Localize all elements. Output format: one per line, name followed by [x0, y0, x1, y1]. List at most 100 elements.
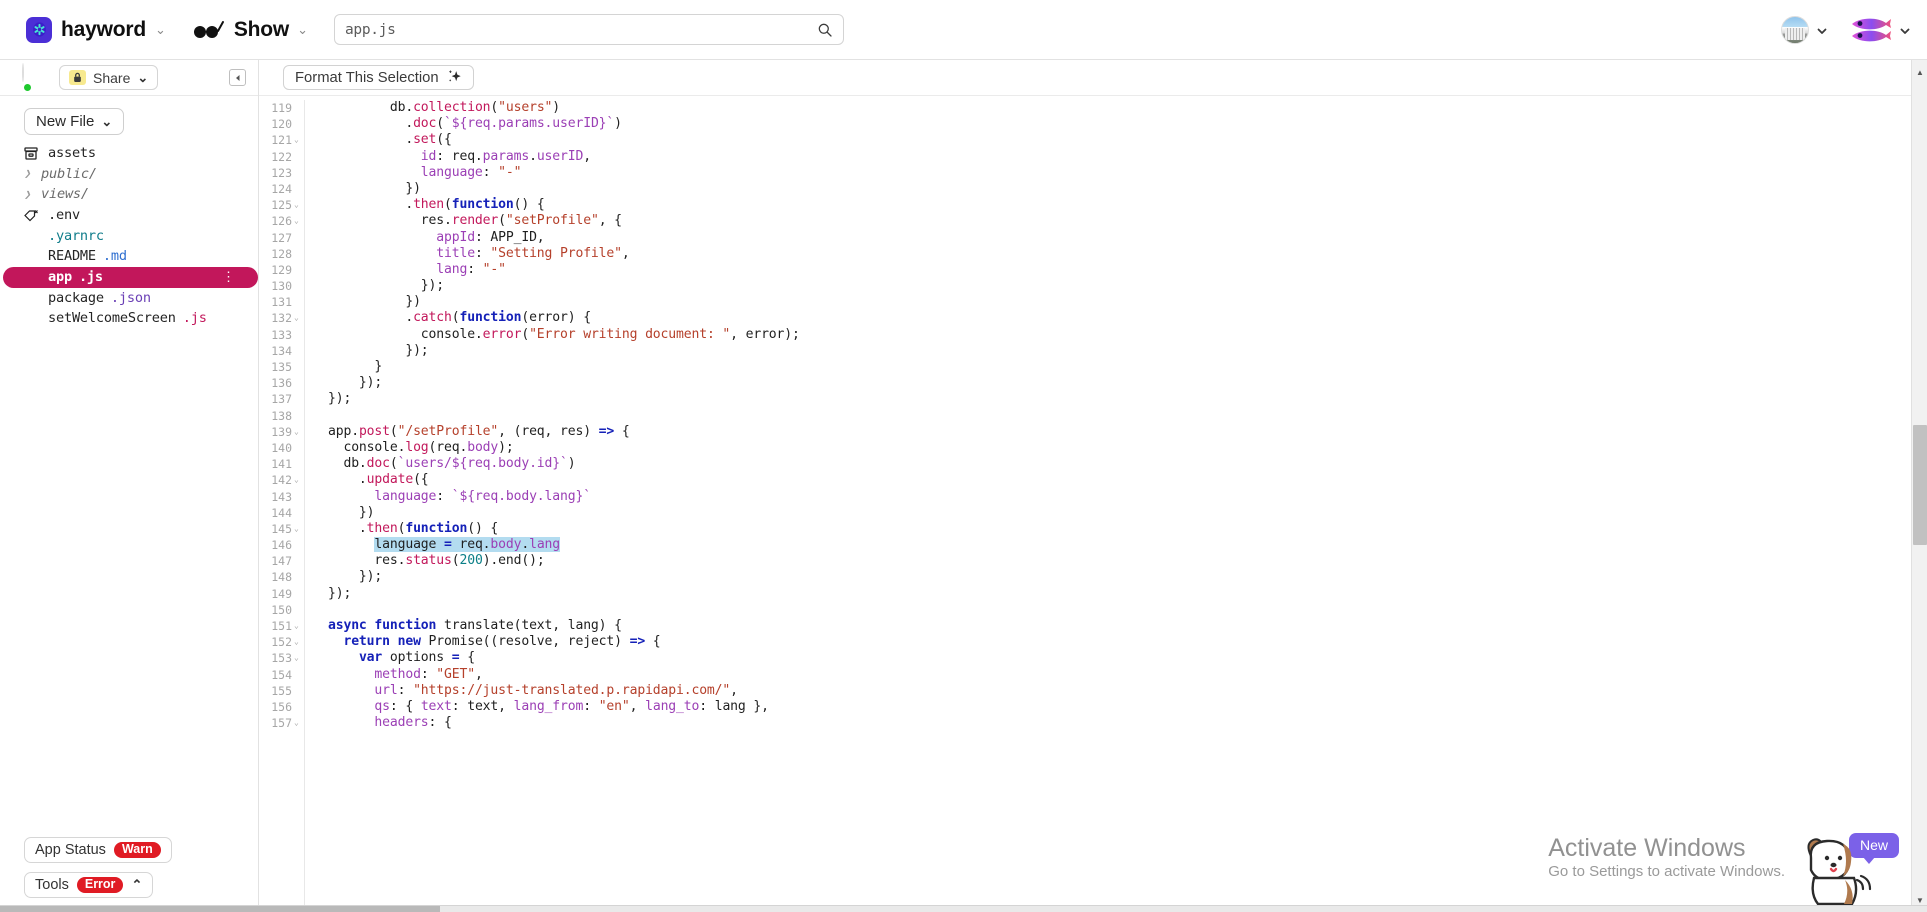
code-line[interactable]: var options = { — [328, 650, 1927, 666]
format-this-selection-button[interactable]: Format This Selection — [283, 65, 474, 90]
file-tree-item[interactable]: app.js⋮ — [3, 267, 258, 288]
code-line[interactable]: } — [328, 359, 1927, 375]
filename-search-bar[interactable]: app.js — [334, 14, 844, 45]
code-line[interactable]: .catch(function(error) { — [328, 310, 1927, 326]
chevron-right-icon[interactable]: ❯ — [24, 188, 34, 201]
show-menu[interactable]: Show ⌄ — [192, 18, 308, 42]
chevron-down-icon[interactable]: ⌄ — [155, 22, 166, 38]
search-icon[interactable] — [817, 22, 833, 38]
fold-chevron-icon[interactable]: ⌄ — [294, 650, 302, 666]
vertical-scrollbar[interactable]: ▲ ▼ — [1911, 60, 1927, 912]
code-line[interactable]: res.render("setProfile", { — [328, 213, 1927, 229]
code-line[interactable]: async function translate(text, lang) { — [328, 618, 1927, 634]
file-name: README — [48, 248, 96, 264]
fold-chevron-icon[interactable]: ⌄ — [294, 132, 302, 148]
code-line[interactable]: }); — [328, 375, 1927, 391]
fold-chevron-icon[interactable]: ⌄ — [294, 634, 302, 650]
code-line[interactable]: url: "https://just-translated.p.rapidapi… — [328, 683, 1927, 699]
code-line[interactable]: qs: { text: text, lang_from: "en", lang_… — [328, 699, 1927, 715]
code-token: : — [398, 683, 413, 698]
code-line[interactable] — [328, 408, 1927, 424]
fold-chevron-icon[interactable]: ⌄ — [294, 424, 302, 440]
file-extension: .yarnrc — [48, 228, 104, 244]
code-line[interactable]: }); — [328, 278, 1927, 294]
file-tree-item[interactable]: .yarnrc — [24, 225, 258, 246]
code-line[interactable]: id: req.params.userID, — [328, 149, 1927, 165]
file-tree-item[interactable]: assets — [24, 143, 258, 164]
code-line[interactable]: db.doc(`users/${req.body.id}`) — [328, 456, 1927, 472]
chevron-down-icon[interactable] — [1899, 24, 1911, 36]
file-tree-item[interactable]: setWelcomeScreen.js — [24, 308, 258, 329]
code-token: : lang }, — [699, 699, 769, 714]
code-line[interactable]: language = req.body.lang — [328, 537, 1927, 553]
code-line[interactable]: .then(function() { — [328, 197, 1927, 213]
fold-chevron-icon[interactable]: ⌄ — [294, 213, 302, 229]
code-line[interactable]: .set({ — [328, 132, 1927, 148]
fold-chevron-icon[interactable]: ⌄ — [294, 618, 302, 634]
app-status-button[interactable]: App Status Warn — [24, 837, 172, 863]
scroll-up-arrow[interactable]: ▲ — [1912, 64, 1927, 80]
collapse-panel-button[interactable] — [229, 69, 246, 86]
line-number: 125⌄ — [259, 197, 302, 213]
account-menu[interactable] — [1781, 16, 1828, 44]
kebab-menu-icon[interactable]: ⋮ — [222, 270, 236, 285]
share-button[interactable]: Share ⌄ — [59, 65, 158, 90]
code-token — [328, 650, 359, 665]
code-token: "users" — [498, 100, 552, 115]
team-menu[interactable] — [1850, 17, 1911, 43]
code-line[interactable]: }); — [328, 343, 1927, 359]
code-editor[interactable]: 119⌄120⌄121⌄122⌄123⌄124⌄125⌄126⌄127⌄128⌄… — [259, 96, 1927, 912]
code-line[interactable]: }) — [328, 181, 1927, 197]
code-token: : — [475, 246, 490, 261]
code-line[interactable]: title: "Setting Profile", — [328, 246, 1927, 262]
chevron-down-icon[interactable] — [1816, 24, 1828, 36]
scrollbar-thumb[interactable] — [0, 906, 440, 912]
tools-button[interactable]: Tools Error ⌃ — [24, 872, 153, 898]
horizontal-scrollbar[interactable] — [0, 905, 1927, 912]
code-line[interactable]: appId: APP_ID, — [328, 230, 1927, 246]
code-line[interactable]: }); — [328, 391, 1927, 407]
code-line[interactable]: .then(function() { — [328, 521, 1927, 537]
code-line[interactable]: app.post("/setProfile", (req, res) => { — [328, 424, 1927, 440]
code-line[interactable]: headers: { — [328, 715, 1927, 731]
chevron-down-icon[interactable]: ⌄ — [297, 22, 308, 38]
code-token: () { — [467, 521, 498, 536]
file-tree-item[interactable]: README.md — [24, 246, 258, 267]
code-line[interactable]: res.status(200).end(); — [328, 553, 1927, 569]
fold-chevron-icon[interactable]: ⌄ — [294, 472, 302, 488]
code-content[interactable]: db.collection("users") .doc(`${req.param… — [304, 100, 1927, 912]
code-line[interactable]: }) — [328, 294, 1927, 310]
code-line[interactable]: console.log(req.body); — [328, 440, 1927, 456]
code-line[interactable]: language: "-" — [328, 165, 1927, 181]
fold-chevron-icon[interactable]: ⌄ — [294, 521, 302, 537]
new-file-label: New File — [36, 113, 94, 130]
user-avatar-wrap[interactable] — [22, 64, 50, 92]
code-line[interactable]: return new Promise((resolve, reject) => … — [328, 634, 1927, 650]
code-line[interactable]: method: "GET", — [328, 667, 1927, 683]
file-tree-item[interactable]: ❯ public/ — [24, 164, 258, 185]
scrollbar-thumb[interactable] — [1913, 425, 1927, 545]
code-line[interactable]: .doc(`${req.params.userID}`) — [328, 116, 1927, 132]
code-line[interactable]: .update({ — [328, 472, 1927, 488]
code-line[interactable]: }) — [328, 505, 1927, 521]
code-line[interactable]: language: `${req.body.lang}` — [328, 489, 1927, 505]
file-tree-item[interactable]: .env — [24, 205, 258, 226]
new-file-button[interactable]: New File ⌄ — [24, 108, 124, 135]
file-name: public/ — [41, 166, 97, 182]
code-line[interactable]: }); — [328, 569, 1927, 585]
code-line[interactable]: }); — [328, 586, 1927, 602]
code-line[interactable]: db.collection("users") — [328, 100, 1927, 116]
file-tree-item[interactable]: package.json — [24, 288, 258, 309]
fold-chevron-icon[interactable]: ⌄ — [294, 197, 302, 213]
search-input[interactable]: app.js — [345, 22, 817, 38]
code-line[interactable]: console.error("Error writing document: "… — [328, 327, 1927, 343]
dog-mascot-icon[interactable] — [1787, 822, 1877, 912]
code-token: ( — [490, 100, 498, 115]
brand-menu[interactable]: hayword ⌄ — [26, 17, 166, 43]
code-line[interactable] — [328, 602, 1927, 618]
code-line[interactable]: lang: "-" — [328, 262, 1927, 278]
chevron-right-icon[interactable]: ❯ — [24, 167, 34, 180]
file-tree-item[interactable]: ❯views/ — [24, 184, 258, 205]
fold-chevron-icon[interactable]: ⌄ — [294, 310, 302, 326]
fold-chevron-icon[interactable]: ⌄ — [294, 715, 302, 731]
